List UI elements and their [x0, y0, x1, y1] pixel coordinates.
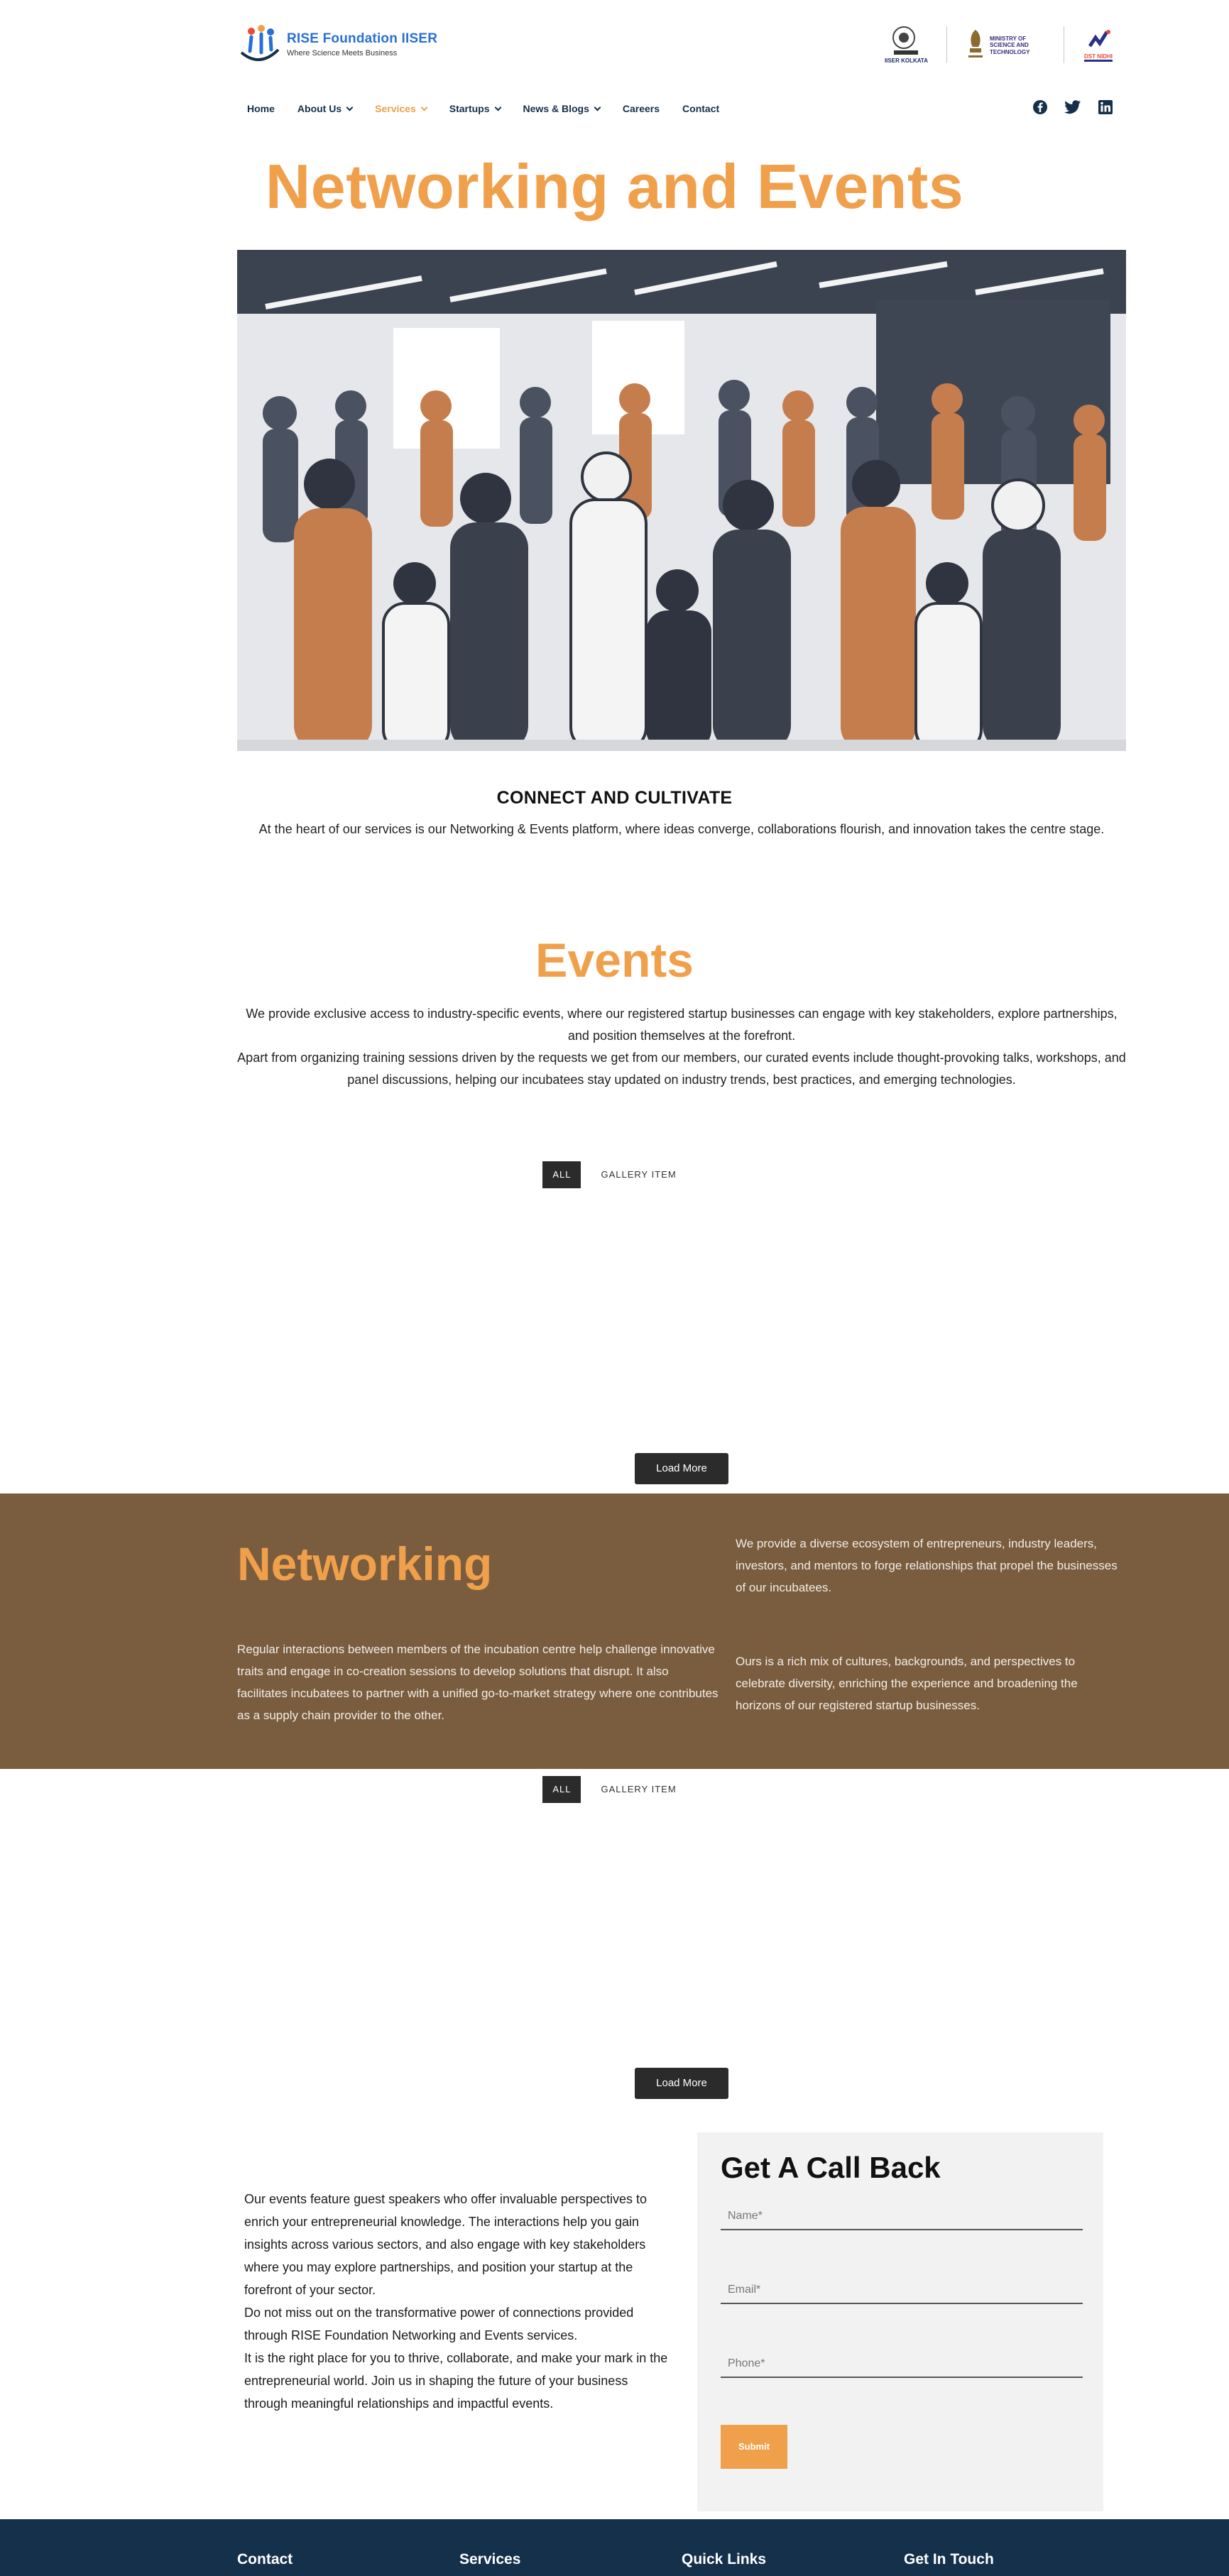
nav-item-home[interactable]: Home	[247, 103, 275, 114]
call-back-form: Get A Call Back Name* Email* Phone* Subm…	[697, 2132, 1103, 2511]
partner-label-iiser: IISER KOLKATA	[884, 57, 928, 65]
site-logo[interactable]: RISE Foundation IISER Where Science Meet…	[237, 21, 437, 67]
nav-label: Careers	[622, 103, 660, 114]
rise-logo-icon	[237, 21, 283, 67]
facebook-icon[interactable]	[1032, 99, 1049, 116]
closing-paragraph-3: It is the right place for you to thrive,…	[244, 2351, 668, 2411]
nav-label: About Us	[297, 103, 342, 114]
main-nav: Home About Us Services Startups News & B…	[237, 98, 731, 119]
networking-left-text: Regular interactions between members of …	[237, 1643, 719, 1722]
networking-crowd-illustration	[237, 250, 1126, 751]
nav-label: Contact	[682, 103, 720, 114]
site-header: RISE Foundation IISER Where Science Meet…	[0, 0, 1229, 135]
iiser-seal-icon	[892, 26, 919, 55]
nav-label: Services	[375, 103, 416, 114]
nav-item-about-us[interactable]: About Us	[297, 103, 354, 114]
partner-label-dst: DST NIDHI	[1084, 53, 1113, 62]
partner-logos: IISER KOLKATA MINISTRY OF SCIENCE AND TE…	[885, 21, 1114, 68]
partner-divider	[946, 26, 947, 63]
page-title: Networking and Events	[265, 151, 964, 221]
nav-label: Startups	[449, 103, 490, 114]
networking-right-text-1: We provide a diverse ecosystem of entrep…	[736, 1537, 1118, 1594]
closing-paragraph-2: Do not miss out on the transformative po…	[244, 2306, 634, 2342]
nav-label: News & Blogs	[523, 103, 589, 114]
partner-ministry: MINISTRY OF SCIENCE AND TECHNOLOGY	[966, 27, 1045, 62]
submit-button[interactable]: Submit	[721, 2425, 787, 2469]
logo-title: RISE Foundation IISER	[287, 31, 438, 46]
partner-iiser: IISER KOLKATA	[885, 25, 928, 64]
logo-tagline: Where Science Meets Business	[287, 48, 398, 57]
nav-label: Home	[247, 103, 275, 114]
filter-all-button[interactable]: ALL	[542, 1161, 581, 1188]
chevron-down-icon	[420, 104, 428, 111]
events-gallery-filter: ALL GALLERY ITEM	[0, 1161, 1229, 1188]
nav-item-startups[interactable]: Startups	[449, 103, 501, 114]
connect-heading: CONNECT AND CULTIVATE	[496, 788, 733, 808]
connect-text: At the heart of our services is our Netw…	[258, 822, 1105, 836]
filter-gallery-item-button[interactable]: GALLERY ITEM	[591, 1161, 686, 1188]
events-paragraph-1: We provide exclusive access to industry-…	[246, 1007, 1118, 1043]
name-field[interactable]: Name*	[721, 2202, 1083, 2230]
footer-heading-services: Services	[459, 2551, 521, 2567]
events-load-more-button[interactable]: Load More	[635, 1453, 728, 1484]
closing-paragraph-1: Our events feature guest speakers who of…	[244, 2192, 647, 2297]
partner-label-ministry: MINISTRY OF SCIENCE AND TECHNOLOGY	[990, 35, 1030, 55]
events-description: We provide exclusive access to industry-…	[237, 1003, 1126, 1091]
site-footer	[0, 2519, 1229, 2576]
filter-gallery-item-button[interactable]: GALLERY ITEM	[591, 1776, 686, 1803]
networking-right-text-2: Ours is a rich mix of cultures, backgrou…	[736, 1655, 1078, 1712]
closing-text: Our events feature guest speakers who of…	[244, 2188, 670, 2415]
nav-item-news-blogs[interactable]: News & Blogs	[523, 103, 601, 114]
dst-nidhi-icon	[1087, 28, 1110, 50]
call-back-title: Get A Call Back	[721, 2151, 941, 2184]
networking-gallery-filter: ALL GALLERY ITEM	[0, 1776, 1229, 1803]
events-title: Events	[535, 933, 694, 987]
nav-item-services[interactable]: Services	[375, 103, 428, 114]
footer-heading-quick-links: Quick Links	[682, 2551, 767, 2567]
chevron-down-icon	[346, 104, 354, 111]
chevron-down-icon	[594, 104, 601, 111]
linkedin-icon[interactable]	[1097, 99, 1114, 116]
nav-item-contact[interactable]: Contact	[682, 103, 719, 114]
partner-dst-nidhi: DST NIDHI	[1083, 28, 1114, 62]
networking-load-more-button[interactable]: Load More	[635, 2068, 728, 2099]
chevron-down-icon	[494, 104, 501, 111]
filter-all-button[interactable]: ALL	[542, 1776, 581, 1803]
events-paragraph-2: Apart from organizing training sessions …	[237, 1051, 1126, 1087]
twitter-icon[interactable]	[1064, 99, 1081, 116]
email-field[interactable]: Email*	[721, 2276, 1083, 2304]
phone-field[interactable]: Phone*	[721, 2350, 1083, 2378]
emblem-icon	[968, 30, 983, 57]
footer-heading-get-in-touch: Get In Touch	[904, 2551, 994, 2567]
networking-title: Networking	[237, 1538, 493, 1590]
nav-item-careers[interactable]: Careers	[623, 103, 660, 114]
social-links	[1032, 99, 1114, 116]
footer-heading-contact: Contact	[237, 2551, 293, 2567]
